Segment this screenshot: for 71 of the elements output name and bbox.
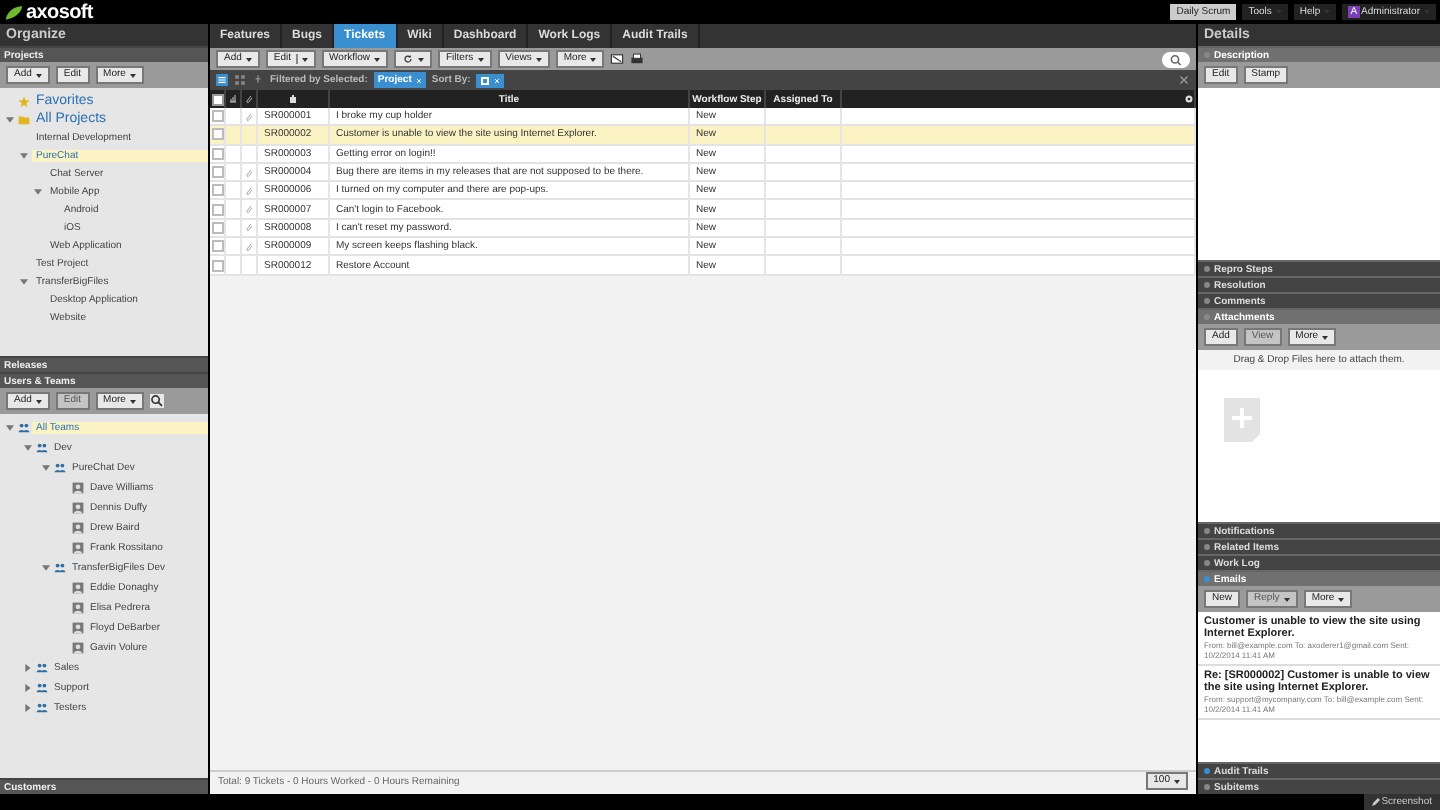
star-icon [18,95,30,107]
expand-caret-icon[interactable] [24,444,32,452]
caret-icon [1174,779,1180,783]
person-icon [72,542,84,554]
caret-icon [477,57,484,61]
row-checkbox[interactable] [211,240,223,253]
search-icon[interactable] [1162,51,1190,67]
team-icon [18,422,30,434]
select-all-checkbox[interactable] [211,93,223,105]
person-icon [72,602,84,614]
caret-icon [418,57,424,61]
expand-caret-icon[interactable] [24,664,32,672]
expand-caret-icon[interactable] [20,151,28,159]
pin-icon[interactable] [252,74,264,86]
list-view-icon[interactable] [216,74,228,86]
expand-caret-icon[interactable] [24,704,32,712]
caret-icon [1338,597,1345,601]
row-checkbox[interactable] [211,259,223,272]
team-icon [54,462,66,474]
expand-caret-icon[interactable] [6,424,14,432]
expand-caret-icon[interactable] [42,464,50,472]
caret-icon [35,399,42,403]
print-icon[interactable] [630,52,645,66]
caret-icon [535,57,542,61]
person-icon [72,482,84,494]
person-icon [72,642,84,654]
person-icon [72,582,84,594]
expand-caret-icon[interactable] [42,564,50,572]
caret-icon [129,73,136,77]
caret-icon [1322,335,1329,339]
settings-icon[interactable] [1184,94,1194,104]
sort-field-icon [480,75,491,85]
pencil-icon [1371,798,1380,806]
row-checkbox[interactable] [211,203,223,216]
person-icon [72,622,84,634]
expand-caret-icon[interactable] [24,684,32,692]
team-icon [36,682,48,694]
team-icon [36,442,48,454]
row-checkbox[interactable] [211,147,223,160]
caret-icon [35,73,42,77]
caret-icon [590,57,597,61]
leaf-logo-icon [4,3,24,21]
caret-icon [1283,597,1290,601]
row-checkbox[interactable] [211,128,223,141]
row-checkbox[interactable] [211,221,223,234]
team-icon [54,562,66,574]
row-checkbox[interactable] [211,184,223,197]
refresh-button[interactable] [394,50,432,68]
caret-icon [301,57,308,61]
person-icon [72,522,84,534]
logo-text: axosoft [26,1,93,23]
row-checkbox[interactable] [211,166,223,179]
caret-icon [245,57,252,61]
export-icon[interactable] [610,52,625,66]
caret-icon [374,57,380,61]
team-icon [36,702,48,714]
row-checkbox[interactable] [211,110,223,123]
priority-icon [228,94,238,104]
person-icon [72,502,84,514]
search-icon[interactable] [149,394,164,408]
close-icon[interactable] [1178,74,1190,86]
expand-caret-icon[interactable] [20,277,28,285]
expand-caret-icon[interactable] [34,187,42,195]
caret-icon [129,399,136,403]
grid-view-icon[interactable] [234,74,246,86]
expand-caret-icon[interactable] [6,115,14,123]
folder-icon [18,113,30,125]
refresh-icon [402,54,414,64]
id-icon [288,94,298,104]
sort-chip[interactable] [476,73,505,87]
team-icon [36,662,48,674]
